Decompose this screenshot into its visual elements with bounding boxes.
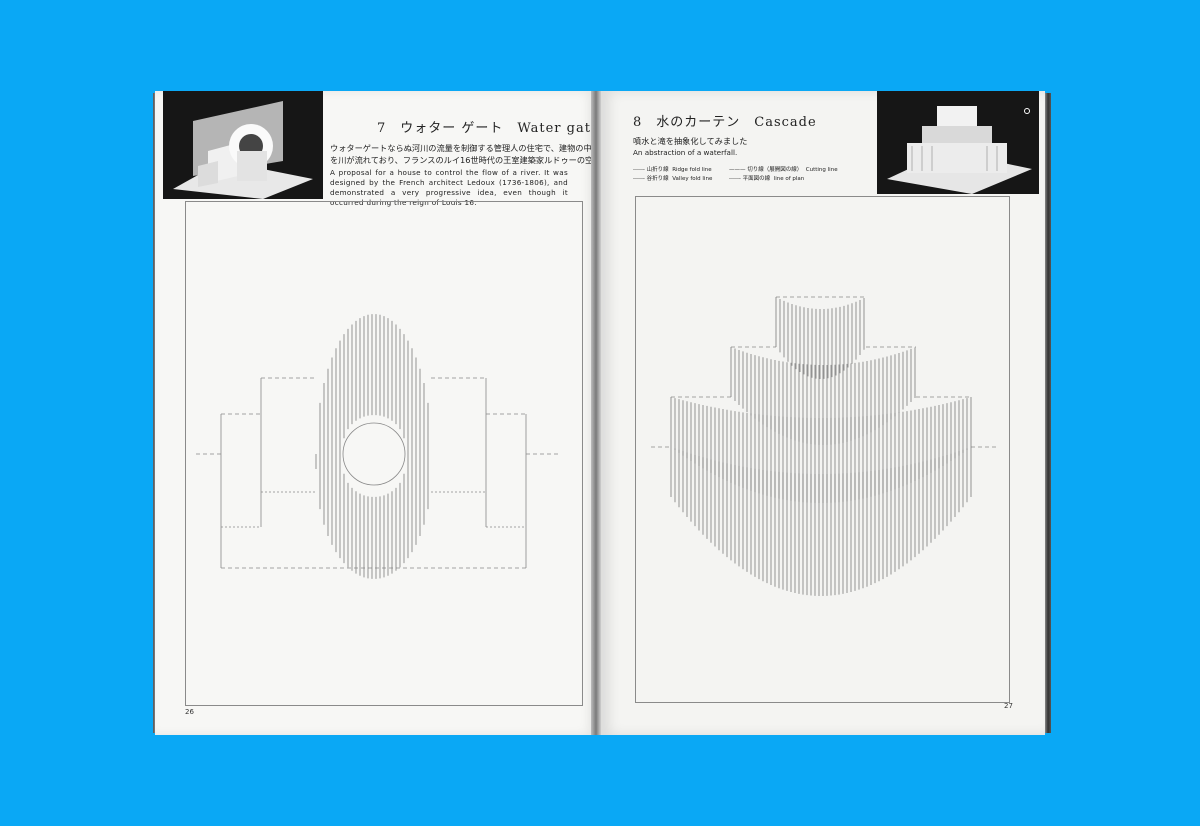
book-edge-right (1045, 93, 1051, 733)
left-jp-line-2: を川が流れており、フランスのルイ16世時代の王室建築家ルドゥーの空想 (330, 155, 602, 165)
right-en-subtitle: An abstraction of a waterfall. (633, 148, 738, 157)
left-page-number: 26 (185, 708, 194, 716)
left-jp-line-1: ウォターゲートならぬ河川の流量を制御する管理人の住宅で、建物の中心 (330, 143, 600, 153)
cascade-photo (877, 91, 1039, 194)
right-page: 8 水のカーテン Cascade 噴水と滝を抽象化してみました An abstr… (601, 91, 1045, 735)
legend-cutting: ——— 切り線（展開図の線） Cutting line (729, 167, 838, 173)
left-page: 7 ウォター ゲート Water gate ウォターゲートならぬ河川の流量を制御… (155, 91, 601, 735)
right-diagram-frame (635, 196, 1010, 703)
legend-plan: ------ 平面図の線 line of plan (729, 176, 805, 182)
right-page-title: 8 水のカーテン Cascade (633, 115, 817, 130)
left-page-title: 7 ウォター ゲート Water gate (377, 121, 600, 136)
book-spine (591, 91, 601, 735)
legend-valley: ------ 谷折り線 Valley fold line (633, 176, 713, 182)
cascade-diagram (651, 296, 996, 596)
water-gate-photo (163, 91, 323, 199)
left-diagram-frame (185, 201, 583, 706)
open-book: 7 ウォター ゲート Water gate ウォターゲートならぬ河川の流量を制御… (153, 91, 1051, 735)
right-jp-subtitle: 噴水と滝を抽象化してみました (633, 136, 748, 146)
water-gate-diagram (196, 314, 558, 579)
right-page-number: 27 (1004, 702, 1013, 710)
legend-ridge: ------ 山折り線 Ridge fold line (633, 167, 712, 173)
